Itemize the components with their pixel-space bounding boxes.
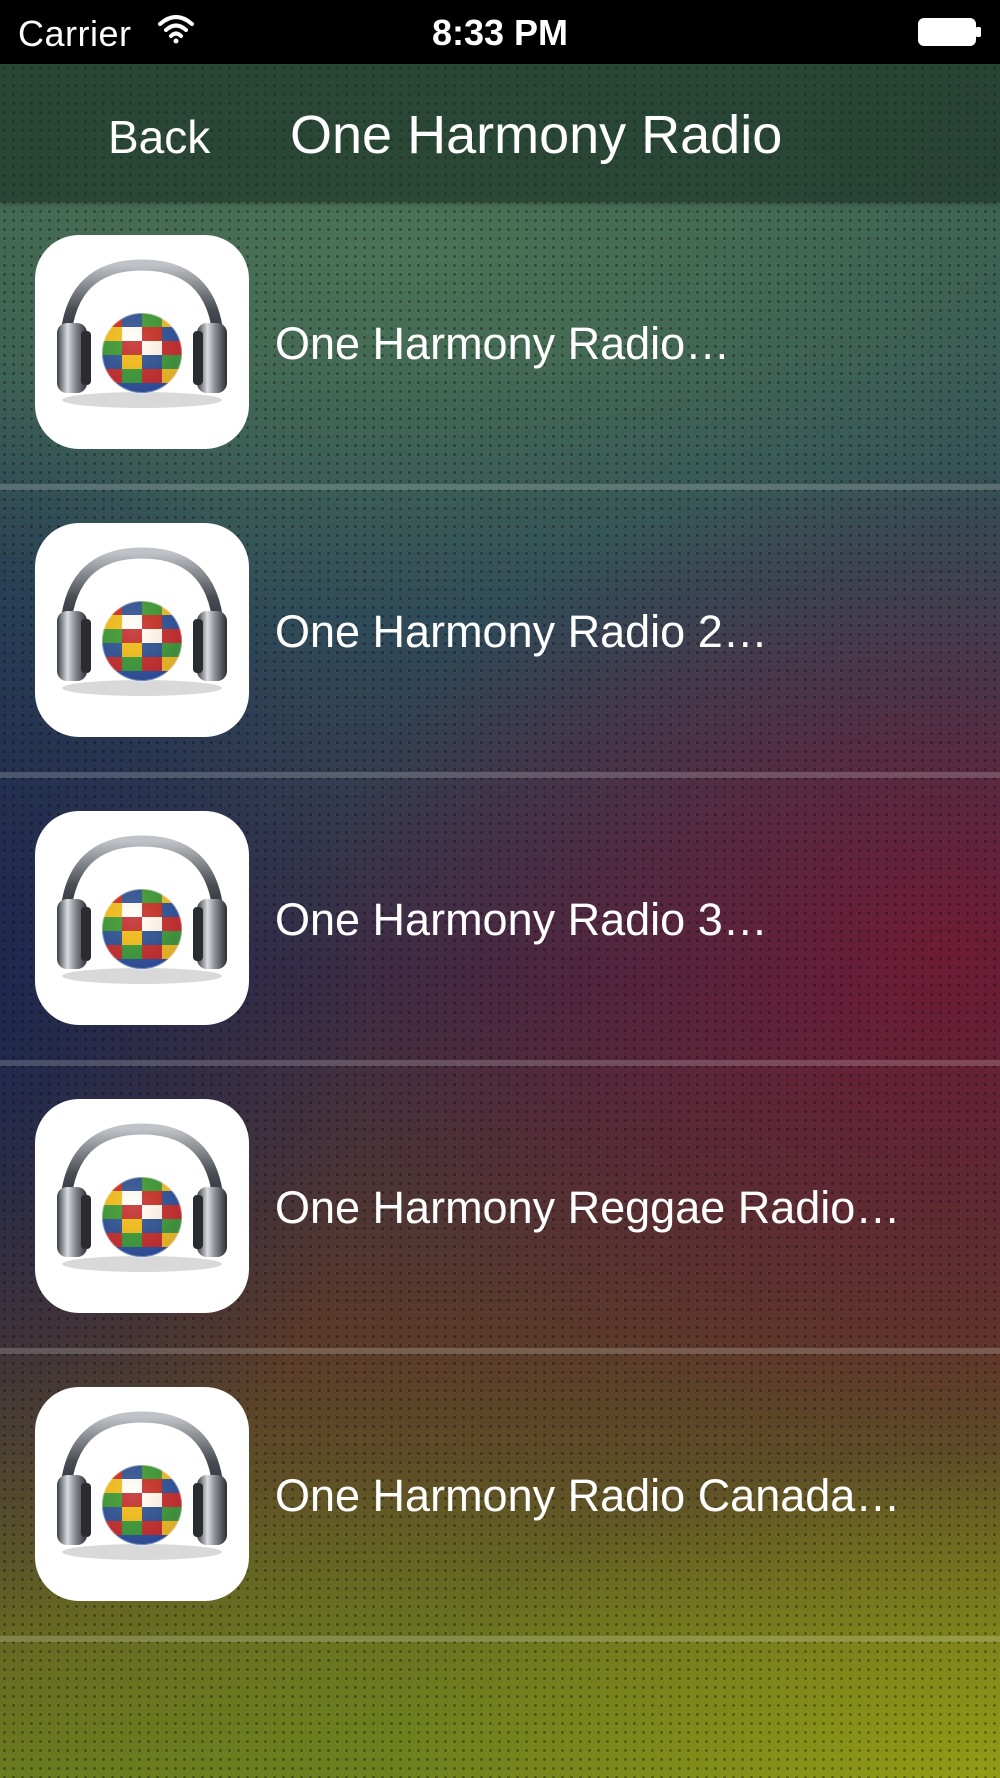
- page-title: One Harmony Radio: [290, 105, 783, 165]
- station-list: One Harmony Radio… One Harmony Radio 2… …: [0, 202, 1000, 1642]
- headphones-globe-icon: [35, 1387, 249, 1601]
- station-row[interactable]: One Harmony Radio 3…: [0, 778, 1000, 1066]
- station-label: One Harmony Radio 3…: [275, 894, 768, 945]
- station-row[interactable]: One Harmony Radio 2…: [0, 490, 1000, 778]
- status-time: 8:33 PM: [431, 12, 569, 53]
- station-label: One Harmony Radio 2…: [275, 606, 768, 657]
- headphones-globe-icon: [35, 811, 249, 1025]
- back-button[interactable]: Back: [108, 110, 210, 164]
- navigation-bar: Back One Harmony Radio: [0, 64, 1000, 202]
- station-row[interactable]: One Harmony Reggae Radio…: [0, 1066, 1000, 1354]
- headphones-globe-icon: [35, 1099, 249, 1313]
- station-label: One Harmony Radio…: [275, 318, 731, 369]
- row-separator: [0, 1636, 1000, 1642]
- headphones-globe-icon: [35, 235, 249, 449]
- station-label: One Harmony Radio Canada…: [275, 1470, 901, 1521]
- status-bar: Carrier 8:33 PM: [0, 0, 1000, 64]
- headphones-globe-icon: [35, 523, 249, 737]
- station-row[interactable]: One Harmony Radio…: [0, 202, 1000, 490]
- battery-icon: [918, 18, 981, 46]
- station-label: One Harmony Reggae Radio…: [275, 1182, 901, 1233]
- station-row[interactable]: One Harmony Radio Canada…: [0, 1354, 1000, 1642]
